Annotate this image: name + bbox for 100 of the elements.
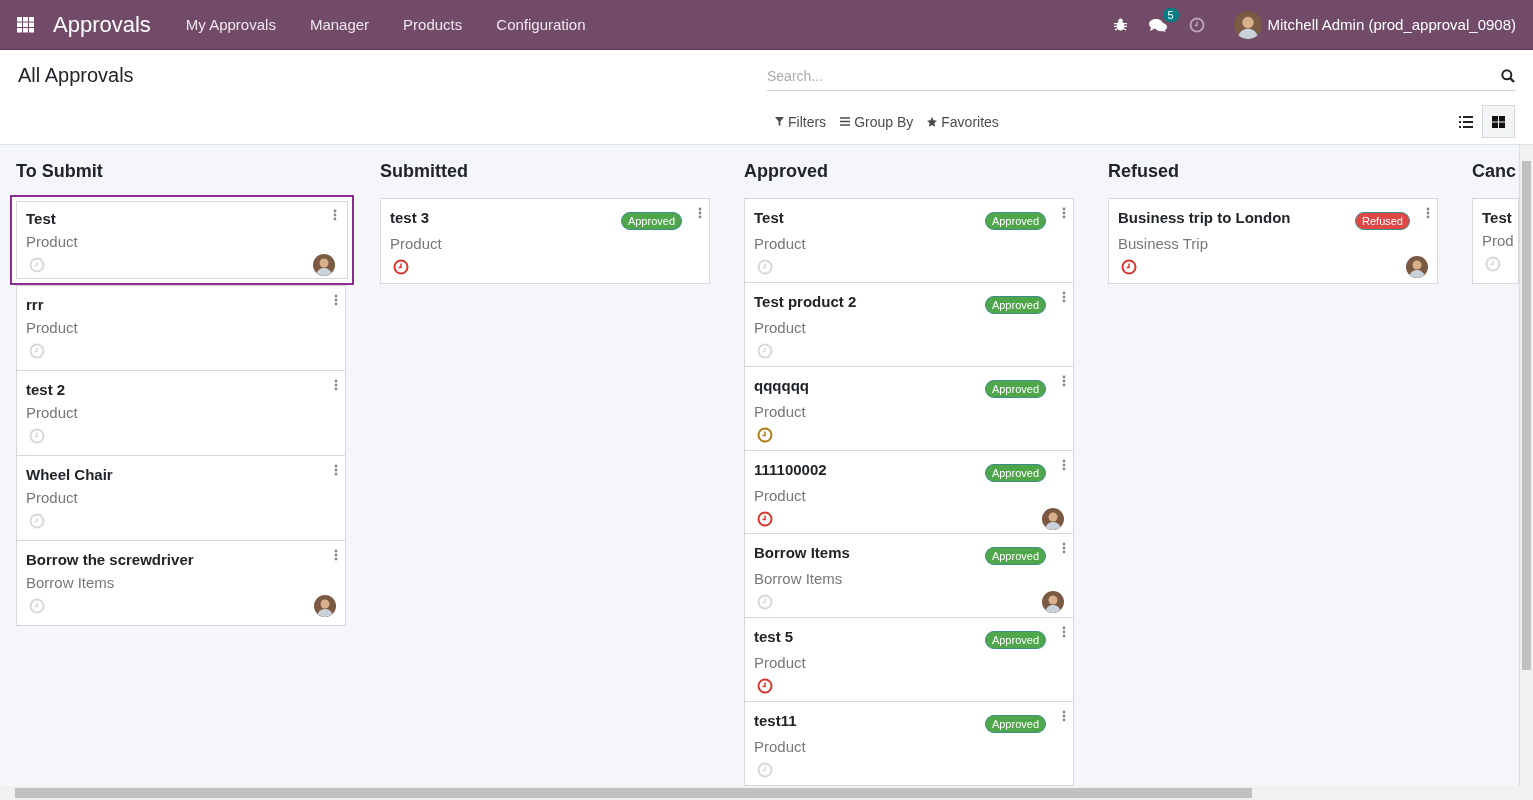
activity-clock-icon[interactable] bbox=[757, 426, 773, 443]
app-title[interactable]: Approvals bbox=[53, 11, 151, 38]
more-options-icon[interactable] bbox=[1426, 207, 1430, 219]
more-options-icon[interactable] bbox=[1062, 207, 1066, 219]
card-title: Test bbox=[754, 209, 785, 227]
more-options-icon[interactable] bbox=[334, 294, 338, 306]
status-badge: Approved bbox=[984, 379, 1046, 398]
filter-menu-button[interactable]: Filters bbox=[767, 109, 833, 134]
activity-clock-icon[interactable] bbox=[757, 678, 773, 695]
card-subtitle: Product bbox=[26, 233, 79, 251]
card-title: Borrow the screwdriver bbox=[26, 551, 195, 569]
activity-clock-icon[interactable] bbox=[1121, 259, 1137, 275]
card-subtitle: Product bbox=[26, 489, 79, 507]
status-badge: Approved bbox=[984, 715, 1046, 734]
card-title: test11 bbox=[754, 712, 798, 731]
more-options-icon[interactable] bbox=[1062, 458, 1066, 471]
status-badge: Approved bbox=[984, 631, 1046, 650]
card-subtitle: Product bbox=[26, 404, 79, 422]
star-icon bbox=[927, 116, 938, 127]
column-title: Canc bbox=[1472, 160, 1517, 183]
more-options-icon[interactable] bbox=[1062, 290, 1066, 303]
activity-clock-icon[interactable] bbox=[757, 510, 773, 527]
card-title: Test product 2 bbox=[754, 292, 858, 311]
more-options-icon[interactable] bbox=[1062, 710, 1066, 723]
approval-card[interactable]: 111100002 Approved Product bbox=[744, 449, 1074, 535]
status-badge: Refused bbox=[1355, 212, 1410, 230]
more-options-icon[interactable] bbox=[1062, 542, 1066, 555]
message-count-badge: 5 bbox=[1162, 7, 1179, 22]
card-title: Test bbox=[1482, 209, 1512, 227]
filter-menu-button[interactable]: Favorites bbox=[919, 109, 1005, 134]
approval-card[interactable]: Borrow the screwdriver Borrow Items bbox=[16, 540, 346, 626]
approval-card[interactable]: qqqqqq Approved Product bbox=[744, 365, 1074, 451]
approval-card[interactable]: rrr Product bbox=[16, 285, 346, 371]
column-title: To Submit bbox=[16, 160, 104, 183]
card-title: 111100002 bbox=[754, 460, 828, 479]
status-badge: Approved bbox=[620, 212, 682, 230]
list-icon bbox=[1458, 115, 1473, 128]
filter-menu-button[interactable]: Group By bbox=[832, 109, 920, 134]
card-subtitle: Product bbox=[390, 235, 443, 253]
approval-card[interactable]: Test Approved Product bbox=[744, 198, 1074, 283]
approval-card[interactable]: Test Prod bbox=[1472, 198, 1519, 284]
search-icon[interactable] bbox=[1501, 69, 1515, 83]
column-title: Submitted bbox=[380, 160, 469, 183]
kanban-view-button[interactable] bbox=[1482, 105, 1515, 138]
more-options-icon[interactable] bbox=[334, 464, 338, 476]
app-grid-icon[interactable] bbox=[17, 16, 35, 33]
card-subtitle: Business Trip bbox=[1118, 235, 1210, 253]
more-options-icon[interactable] bbox=[334, 549, 338, 561]
menu-item[interactable]: Products bbox=[386, 16, 480, 33]
menu-item[interactable]: Configuration bbox=[479, 16, 603, 33]
column-title: Approved bbox=[744, 160, 829, 183]
card-title: test 5 bbox=[754, 628, 795, 647]
grid-icon bbox=[1492, 115, 1505, 128]
user-avatar[interactable] bbox=[1233, 10, 1262, 39]
menu-item[interactable]: My Approvals bbox=[168, 16, 293, 33]
card-title: test 2 bbox=[26, 381, 67, 399]
bug-icon[interactable] bbox=[1113, 18, 1127, 31]
horizontal-scrollbar[interactable] bbox=[0, 786, 1533, 800]
user-name[interactable]: Mitchell Admin (prod_approval_0908) bbox=[1267, 16, 1516, 33]
status-badge: Approved bbox=[984, 463, 1046, 482]
card-subtitle: Product bbox=[754, 235, 807, 253]
group-by-icon bbox=[840, 117, 851, 126]
card-title: Wheel Chair bbox=[26, 466, 114, 484]
more-options-icon[interactable] bbox=[333, 209, 337, 221]
card-subtitle: Product bbox=[754, 486, 807, 505]
activity-clock-icon[interactable] bbox=[393, 259, 409, 275]
card-subtitle: Borrow Items bbox=[26, 574, 116, 592]
approval-card[interactable]: Wheel Chair Product bbox=[16, 455, 346, 541]
approval-card[interactable]: test 2 Product bbox=[16, 370, 346, 456]
card-subtitle: Product bbox=[754, 402, 807, 421]
status-badge: Approved bbox=[984, 295, 1046, 314]
card-subtitle: Product bbox=[754, 738, 807, 757]
approval-card[interactable]: test11 Approved Product bbox=[744, 701, 1074, 786]
menu-item[interactable]: Manager bbox=[292, 16, 387, 33]
card-title: Borrow Items bbox=[754, 544, 851, 563]
more-options-icon[interactable] bbox=[1062, 374, 1066, 387]
approval-card[interactable]: Test product 2 Approved Product bbox=[744, 281, 1074, 367]
card-subtitle: Product bbox=[26, 319, 79, 337]
card-title: Business trip to London bbox=[1118, 209, 1292, 227]
approval-card[interactable]: Test Product bbox=[10, 195, 354, 285]
card-title: rrr bbox=[26, 296, 45, 314]
approval-card[interactable]: Business trip to London Refused Business Trip bbox=[1108, 198, 1438, 284]
vertical-scrollbar[interactable] bbox=[1519, 145, 1533, 786]
status-badge: Approved bbox=[984, 212, 1046, 230]
card-subtitle: Product bbox=[754, 318, 807, 337]
search-field[interactable]: Search... bbox=[767, 68, 1501, 84]
approval-card[interactable]: test 5 Approved Product bbox=[744, 617, 1074, 703]
card-subtitle: Prod bbox=[1482, 232, 1514, 250]
breadcrumb-title: All Approvals bbox=[18, 64, 135, 88]
more-options-icon[interactable] bbox=[334, 379, 338, 391]
card-subtitle: Borrow Items bbox=[754, 570, 844, 589]
card-title: qqqqqq bbox=[754, 376, 810, 395]
chat-icon[interactable] bbox=[1148, 17, 1167, 32]
approval-card[interactable]: test 3 Approved Product bbox=[380, 198, 710, 284]
clock-icon[interactable] bbox=[1188, 16, 1205, 33]
more-options-icon[interactable] bbox=[1062, 626, 1066, 639]
more-options-icon[interactable] bbox=[698, 207, 702, 219]
filter-icon bbox=[775, 117, 784, 126]
column-title: Refused bbox=[1108, 160, 1180, 183]
approval-card[interactable]: Borrow Items Approved Borrow Items bbox=[744, 533, 1074, 619]
